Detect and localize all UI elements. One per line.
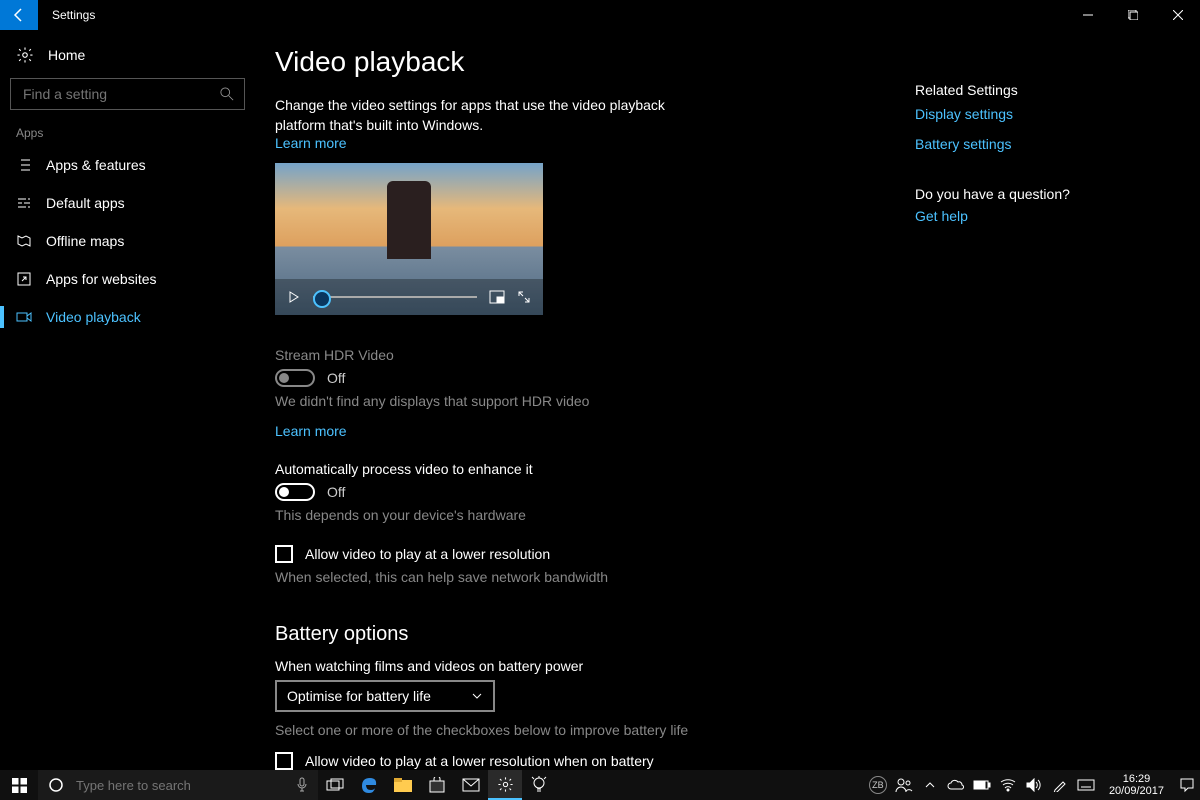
battery-lowres-label: Allow video to play at a lower resolutio… — [305, 753, 654, 769]
sidebar-item-video-playback[interactable]: Video playback — [0, 298, 255, 336]
taskbar: ZB 16:29 20/09/2017 — [0, 770, 1200, 800]
keyboard-icon[interactable] — [1073, 770, 1099, 800]
sidebar-item-label: Video playback — [46, 309, 141, 325]
store-icon[interactable] — [420, 770, 454, 800]
pip-icon[interactable] — [489, 290, 505, 304]
battery-select-value: Optimise for battery life — [287, 688, 431, 704]
get-help-link[interactable]: Get help — [915, 208, 1165, 224]
clock-date: 20/09/2017 — [1109, 785, 1164, 797]
video-preview[interactable] — [275, 163, 543, 315]
enhance-toggle-state: Off — [327, 484, 345, 500]
battery-tray-icon[interactable] — [969, 770, 995, 800]
action-center-icon[interactable] — [1174, 770, 1200, 800]
minimize-button[interactable] — [1065, 0, 1110, 30]
search-input-wrap[interactable] — [10, 78, 245, 110]
lowres-checkbox[interactable] — [275, 545, 293, 563]
enhance-toggle[interactable] — [275, 483, 315, 501]
related-pane: Related Settings Display settings Batter… — [915, 40, 1175, 770]
cortana-icon — [48, 777, 64, 793]
clock-time: 16:29 — [1123, 773, 1151, 785]
explorer-icon[interactable] — [386, 770, 420, 800]
page-title: Video playback — [275, 46, 915, 78]
battery-note: Select one or more of the checkboxes bel… — [275, 722, 915, 738]
onedrive-icon[interactable] — [943, 770, 969, 800]
settings-taskbar-icon[interactable] — [488, 770, 522, 800]
close-button[interactable] — [1155, 0, 1200, 30]
battery-lowres-checkbox[interactable] — [275, 752, 293, 770]
apps-section-header: Apps — [16, 126, 239, 140]
tips-icon[interactable] — [522, 770, 556, 800]
sidebar-item-offline-maps[interactable]: Offline maps — [0, 222, 255, 260]
defaults-icon — [16, 195, 32, 211]
lowres-label: Allow video to play at a lower resolutio… — [305, 546, 550, 562]
window-controls — [1065, 0, 1200, 30]
battery-heading: Battery options — [275, 623, 915, 646]
search-input[interactable] — [21, 85, 220, 103]
sidebar: Home Apps Apps & features Default apps O… — [0, 30, 255, 770]
display-settings-link[interactable]: Display settings — [915, 106, 1165, 122]
fullscreen-icon[interactable] — [517, 290, 531, 304]
enhance-label: Automatically process video to enhance i… — [275, 461, 915, 477]
sidebar-item-label: Default apps — [46, 195, 125, 211]
video-progress-slider[interactable] — [313, 296, 477, 298]
sidebar-item-label: Apps & features — [46, 157, 146, 173]
sidebar-item-label: Apps for websites — [46, 271, 157, 287]
battery-settings-link[interactable]: Battery settings — [915, 136, 1165, 152]
battery-select[interactable]: Optimise for battery life — [275, 680, 495, 712]
learn-more-link[interactable]: Learn more — [275, 135, 347, 151]
related-heading: Related Settings — [915, 82, 1165, 98]
maximize-button[interactable] — [1110, 0, 1155, 30]
volume-icon[interactable] — [1021, 770, 1047, 800]
user-badge-icon[interactable]: ZB — [865, 770, 891, 800]
task-view-icon[interactable] — [318, 770, 352, 800]
clock[interactable]: 16:29 20/09/2017 — [1099, 773, 1174, 797]
lowres-note: When selected, this can help save networ… — [275, 569, 915, 585]
sidebar-item-apps-features[interactable]: Apps & features — [0, 146, 255, 184]
window-title: Settings — [52, 8, 95, 22]
system-tray: ZB 16:29 20/09/2017 — [865, 770, 1200, 800]
page-description: Change the video settings for apps that … — [275, 96, 715, 135]
main-content: Video playback Change the video settings… — [275, 40, 915, 770]
battery-label: When watching films and videos on batter… — [275, 658, 915, 674]
mail-icon[interactable] — [454, 770, 488, 800]
sidebar-item-default-apps[interactable]: Default apps — [0, 184, 255, 222]
search-icon — [220, 87, 234, 101]
video-controls — [275, 279, 543, 315]
hdr-learn-more-link[interactable]: Learn more — [275, 423, 347, 439]
tray-chevron-icon[interactable] — [917, 770, 943, 800]
list-icon — [16, 157, 32, 173]
taskbar-search-input[interactable] — [74, 777, 286, 794]
hdr-toggle[interactable] — [275, 369, 315, 387]
home-label: Home — [48, 47, 85, 63]
edge-icon[interactable] — [352, 770, 386, 800]
open-icon — [16, 271, 32, 287]
chevron-down-icon — [471, 690, 483, 702]
hdr-toggle-state: Off — [327, 370, 345, 386]
gear-icon — [16, 46, 34, 64]
play-icon[interactable] — [287, 290, 301, 304]
enhance-note: This depends on your device's hardware — [275, 507, 915, 523]
video-icon — [16, 309, 32, 325]
hdr-label: Stream HDR Video — [275, 347, 915, 363]
question-heading: Do you have a question? — [915, 186, 1165, 202]
start-button[interactable] — [0, 770, 38, 800]
taskbar-search[interactable] — [38, 770, 318, 800]
sidebar-item-apps-websites[interactable]: Apps for websites — [0, 260, 255, 298]
people-icon[interactable] — [891, 770, 917, 800]
map-icon — [16, 233, 32, 249]
wifi-icon[interactable] — [995, 770, 1021, 800]
titlebar: Settings — [0, 0, 1200, 30]
video-thumbnail-figure — [387, 181, 431, 259]
pen-icon[interactable] — [1047, 770, 1073, 800]
back-button[interactable] — [0, 0, 38, 30]
home-button[interactable]: Home — [0, 38, 255, 72]
hdr-note: We didn't find any displays that support… — [275, 393, 915, 409]
sidebar-item-label: Offline maps — [46, 233, 124, 249]
mic-icon[interactable] — [296, 777, 308, 793]
